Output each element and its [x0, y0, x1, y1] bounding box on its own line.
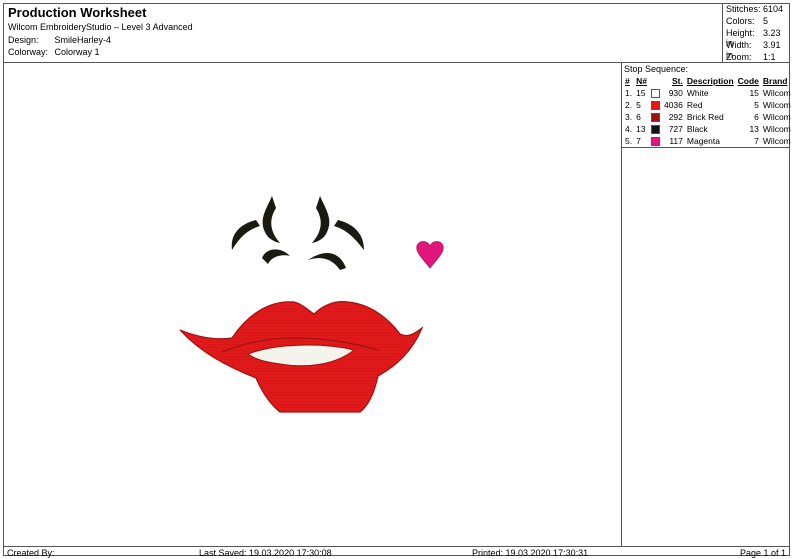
col-swatch	[649, 75, 662, 87]
colorway-row: Colorway: Colorway 1	[8, 47, 100, 57]
design-stats: Stitches: 6104 Colors: 5 Height: 3.23 in Wi…	[722, 4, 790, 63]
row-n: 13	[636, 124, 646, 134]
table-row: 4. 13 727 Black 13 Wilcom	[623, 123, 793, 135]
row-num: 1.	[625, 88, 633, 98]
stat-label: Zoom:	[726, 52, 752, 62]
row-st: 930	[668, 88, 683, 98]
table-header-row: # N# St. Description Code Brand	[623, 75, 793, 87]
design-label: Design:	[8, 35, 39, 45]
created-by: Created By:	[7, 548, 55, 558]
last-saved: Last Saved: 19.03.2020 17:30:08	[199, 548, 332, 558]
row-desc: White	[686, 88, 709, 98]
col-num: #	[625, 76, 630, 86]
row-st: 4036	[663, 100, 683, 110]
row-desc: Black	[686, 124, 708, 134]
row-num: 5.	[625, 136, 633, 146]
row-code: 6	[754, 112, 759, 122]
colorway-value: Colorway 1	[54, 47, 100, 57]
row-num: 4.	[625, 124, 633, 134]
color-swatch	[649, 135, 662, 147]
left-nostril	[262, 249, 290, 264]
col-desc: Description	[686, 76, 734, 86]
color-swatch	[649, 123, 662, 135]
row-desc: Red	[686, 100, 703, 110]
stat-label: Width:	[726, 40, 752, 50]
col-n: N#	[636, 76, 647, 86]
worksheet-page: Production Worksheet Wilcom EmbroiderySt…	[3, 3, 791, 558]
design-value: SmileHarley-4	[54, 35, 112, 45]
row-desc: Brick Red	[686, 112, 724, 122]
swatch-box	[650, 137, 660, 147]
printed-date: Printed: 19.03.2020 17:30:31	[472, 548, 589, 558]
row-code: 15	[749, 88, 759, 98]
row-n: 6	[636, 112, 641, 122]
row-n: 7	[636, 136, 641, 146]
color-swatch	[649, 87, 662, 99]
design-row: Design: SmileHarley-4	[8, 35, 111, 45]
page-number: Page 1 of 1	[739, 548, 786, 558]
stat-label: Stitches:	[726, 4, 761, 14]
divider	[621, 147, 789, 148]
row-st: 117	[669, 136, 683, 146]
table-row: 5. 7 117 Magenta 7 Wilcom	[623, 135, 793, 147]
zoom-stat: Zoom: 1:1	[726, 52, 790, 62]
stat-value: 5	[763, 16, 769, 26]
row-num: 2.	[625, 100, 633, 110]
design-preview	[4, 62, 622, 546]
row-brand: Wilcom	[762, 112, 791, 122]
right-nostril	[308, 253, 346, 270]
table-row: 3. 6 292 Brick Red 6 Wilcom	[623, 111, 793, 123]
right-cheek-curl	[334, 220, 364, 250]
left-brow-mark	[262, 196, 280, 243]
row-desc: Magenta	[686, 136, 720, 146]
col-brand: Brand	[762, 76, 788, 86]
row-brand: Wilcom	[762, 100, 791, 110]
row-n: 5	[636, 100, 641, 110]
stop-sequence-panel: Stop Sequence: # N# St. Description Code…	[621, 62, 791, 546]
stat-label: Colors:	[726, 16, 755, 26]
row-code: 7	[754, 136, 759, 146]
software-name: Wilcom EmbroideryStudio – Level 3 Advanc…	[8, 22, 193, 32]
row-st: 292	[668, 112, 683, 122]
stat-label: Height:	[726, 28, 755, 38]
stop-sequence-table: # N# St. Description Code Brand 1. 15 93…	[623, 75, 793, 147]
row-brand: Wilcom	[762, 124, 791, 134]
row-brand: Wilcom	[762, 136, 791, 146]
col-code: Code	[737, 76, 759, 86]
stitches-stat: Stitches: 6104	[726, 4, 790, 14]
table-row: 2. 5 4036 Red 5 Wilcom	[623, 99, 793, 111]
col-st: St.	[672, 76, 683, 86]
swatch-box	[650, 125, 660, 135]
left-cheek-curl	[231, 220, 260, 250]
table-row: 1. 15 930 White 15 Wilcom	[623, 87, 793, 99]
row-code: 5	[754, 100, 759, 110]
color-swatch	[649, 99, 662, 111]
stat-value: 6104	[763, 4, 784, 14]
color-swatch	[649, 111, 662, 123]
colorway-label: Colorway:	[8, 47, 49, 57]
embroidery-design	[179, 196, 444, 413]
row-num: 3.	[625, 112, 633, 122]
swatch-box	[650, 101, 660, 111]
worksheet-footer: Created By: Last Saved: 19.03.2020 17:30…	[4, 546, 789, 558]
row-code: 13	[749, 124, 759, 134]
stat-value: 1:1	[763, 52, 776, 62]
row-n: 15	[636, 88, 646, 98]
colors-stat: Colors: 5	[726, 16, 790, 26]
row-brand: Wilcom	[762, 88, 791, 98]
row-st: 727	[668, 124, 683, 134]
swatch-box	[650, 113, 660, 123]
worksheet-header: Production Worksheet Wilcom EmbroiderySt…	[4, 4, 722, 63]
heart-motif	[416, 241, 444, 269]
right-brow-mark	[312, 196, 330, 243]
stop-sequence-title: Stop Sequence:	[624, 64, 689, 74]
page-title: Production Worksheet	[8, 5, 147, 20]
swatch-box	[650, 89, 660, 99]
